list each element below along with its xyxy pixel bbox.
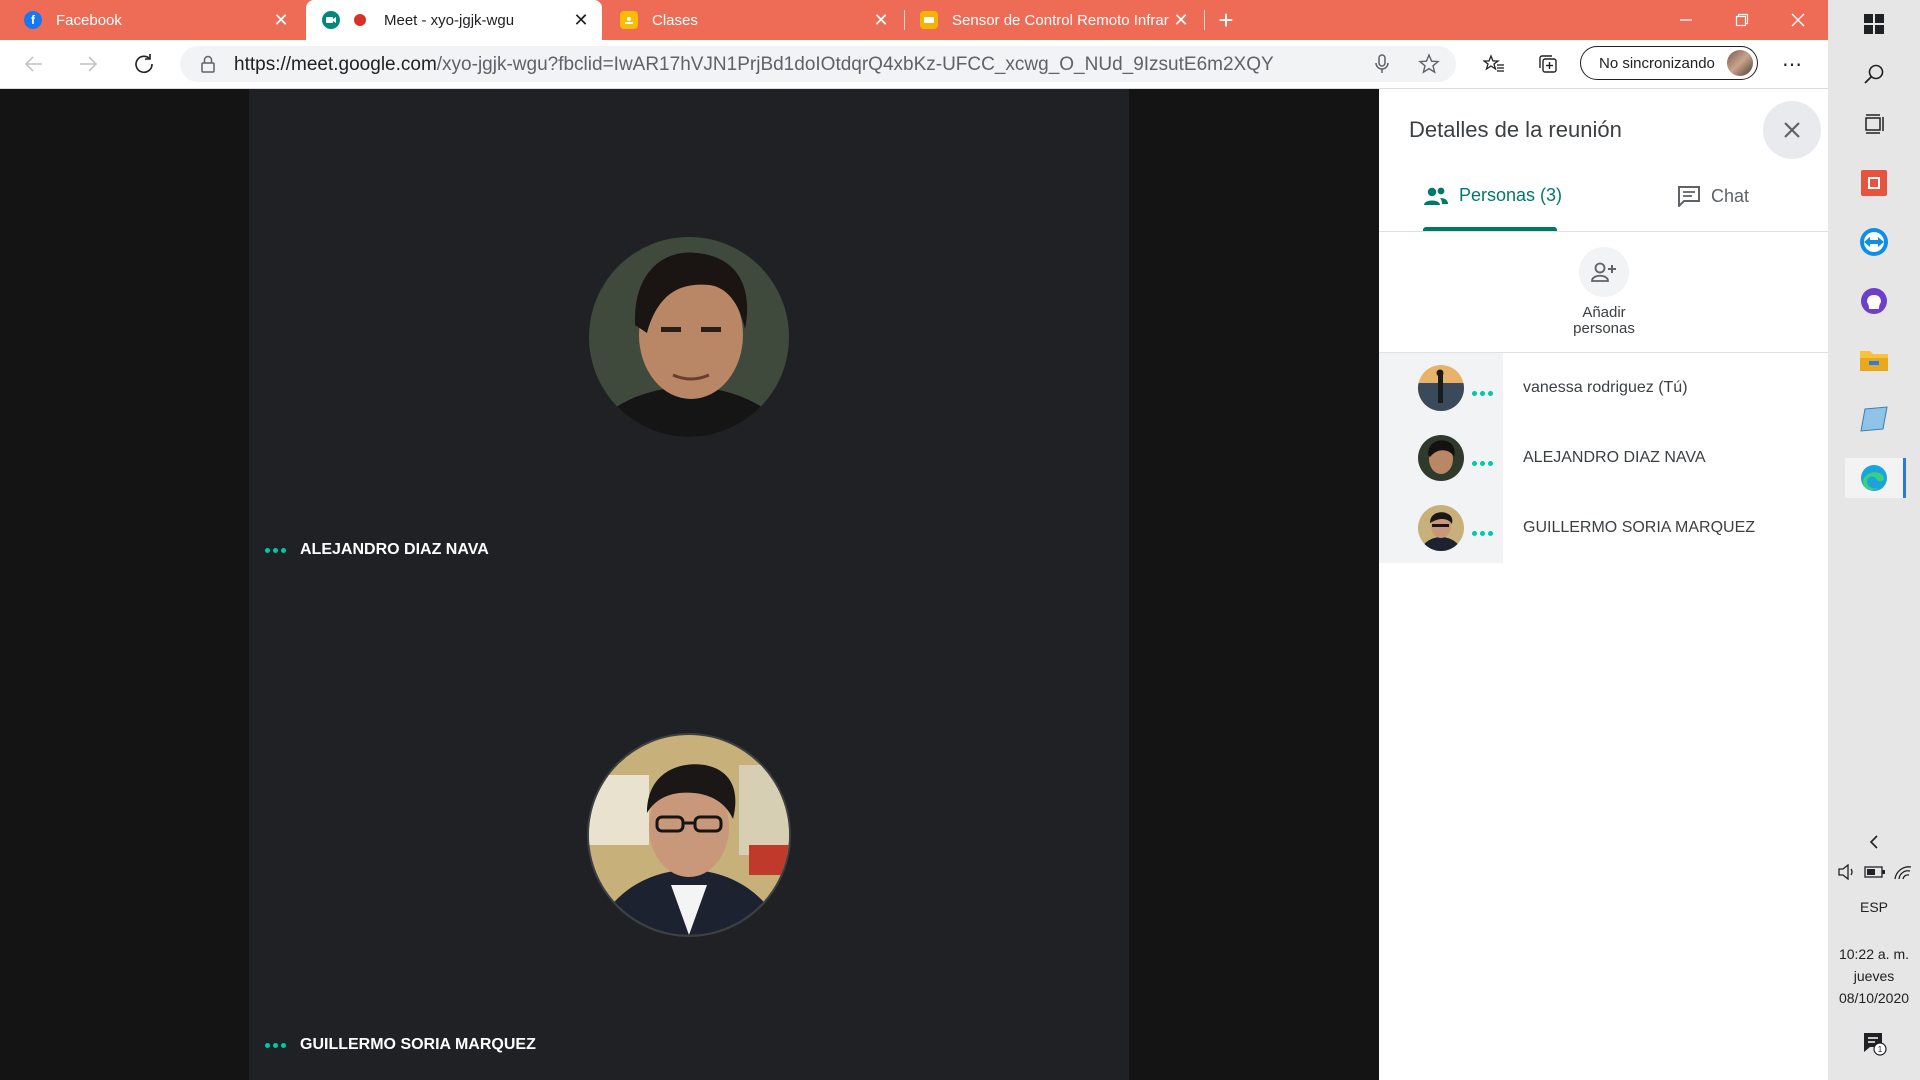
add-people-label-line2: personas (1573, 320, 1635, 337)
meet-stage: ALEJANDRO DIAZ NAVA GUILLERMO SORIA MARQ… (0, 89, 1379, 1080)
close-icon[interactable]: ✕ (270, 9, 292, 31)
edge-browser-icon[interactable] (1845, 458, 1906, 498)
more-menu-button[interactable]: ⋯ (1776, 48, 1808, 80)
speaking-indicator-icon (1472, 531, 1493, 536)
add-people-label[interactable]: Añadir personas (1529, 305, 1679, 337)
participant-name: ALEJANDRO DIAZ NAVA (300, 541, 489, 558)
tab-meet[interactable]: Meet - xyo-jgjk-wgu ✕ (306, 0, 602, 40)
search-icon[interactable] (1854, 54, 1894, 94)
github-icon[interactable] (1854, 281, 1894, 321)
close-panel-button[interactable] (1763, 101, 1821, 159)
profile-label: No sincronizando (1599, 55, 1715, 72)
file-explorer-icon[interactable] (1854, 340, 1894, 380)
teamviewer-icon[interactable] (1854, 222, 1894, 262)
chat-icon (1678, 186, 1700, 207)
participant-tile[interactable]: GUILLERMO SORIA MARQUEZ (249, 584, 1129, 1080)
back-button[interactable] (18, 48, 50, 80)
speaking-indicator-icon (1472, 461, 1493, 466)
close-icon[interactable]: ✕ (870, 9, 892, 31)
profile-button[interactable]: No sincronizando (1580, 46, 1758, 80)
clock-date[interactable]: 08/10/2020 (1828, 990, 1920, 1006)
meet-icon (322, 11, 340, 29)
tab-chat[interactable]: Chat (1677, 185, 1749, 207)
avatar (1418, 505, 1464, 551)
participant-name: ALEJANDRO DIAZ NAVA (1523, 449, 1706, 466)
volume-icon[interactable] (1834, 852, 1860, 892)
clock-day[interactable]: jueves (1828, 968, 1920, 984)
tab-chat-label: Chat (1711, 185, 1750, 206)
url-text: https://meet.google.com/xyo-jgjk-wgu?fbc… (234, 54, 1274, 76)
minimize-button[interactable] (1658, 0, 1714, 40)
browser-tab-strip: f Facebook ✕ Meet - xyo-jgjk-wgu ✕ Clase… (0, 0, 1828, 40)
windows-start-icon[interactable] (1854, 4, 1894, 44)
collections-icon[interactable] (1532, 48, 1564, 80)
office-app-icon[interactable] (1854, 163, 1894, 203)
windows-taskbar: ESP 10:22 a. m. jueves 08/10/2020 1 (1828, 0, 1920, 1080)
participant-avatar (589, 735, 789, 935)
favorite-star-icon[interactable] (1418, 53, 1440, 80)
participant-name-label: GUILLERMO SORIA MARQUEZ (265, 1036, 536, 1054)
reload-button[interactable] (128, 48, 160, 80)
address-bar[interactable]: https://meet.google.com/xyo-jgjk-wgu?fbc… (180, 46, 1456, 82)
task-view-icon[interactable] (1854, 104, 1894, 144)
wifi-icon[interactable] (1890, 852, 1916, 892)
clock-time[interactable]: 10:22 a. m. (1828, 946, 1920, 962)
participant-row[interactable]: GUILLERMO SORIA MARQUEZ (1379, 493, 1828, 563)
close-icon[interactable]: ✕ (1170, 9, 1192, 31)
tab-title: Facebook (56, 11, 122, 29)
language-indicator[interactable]: ESP (1828, 899, 1920, 915)
tab-title: Meet - xyo-jgjk-wgu (384, 11, 515, 29)
divider (1379, 231, 1828, 232)
battery-icon[interactable] (1862, 852, 1888, 892)
lock-icon[interactable] (200, 55, 216, 78)
tab-clases[interactable]: Clases ✕ (606, 0, 902, 40)
participant-name: vanessa rodriguez (Tú) (1523, 379, 1688, 396)
speaking-indicator-icon (265, 1042, 286, 1048)
tab-separator (904, 10, 905, 30)
tab-separator (1204, 10, 1205, 30)
url-path: /xyo-jgjk-wgu?fbclid=IwAR17hVJN1PrjBd1do… (436, 54, 1274, 75)
tab-sensor[interactable]: Sensor de Control Remoto Infrar ✕ (906, 0, 1202, 40)
participant-name: GUILLERMO SORIA MARQUEZ (1523, 519, 1756, 536)
url-host: https://meet.google.com (234, 54, 437, 75)
participant-avatar (589, 237, 789, 437)
panel-title: Detalles de la reunión (1409, 117, 1622, 142)
microphone-icon[interactable] (1374, 54, 1390, 79)
tab-people[interactable]: Personas (3) (1423, 185, 1562, 206)
speaking-indicator-icon (265, 547, 286, 553)
facebook-icon: f (24, 11, 42, 29)
tab-title: Clases (652, 11, 698, 29)
close-icon[interactable]: ✕ (570, 9, 592, 31)
participant-row[interactable]: vanessa rodriguez (Tú) (1379, 353, 1828, 423)
participant-row[interactable]: ALEJANDRO DIAZ NAVA (1379, 423, 1828, 493)
notepad-app-icon[interactable] (1854, 399, 1894, 439)
browser-toolbar: https://meet.google.com/xyo-jgjk-wgu?fbc… (0, 40, 1828, 89)
forward-button[interactable] (72, 48, 104, 80)
slides-icon (920, 11, 938, 29)
participant-name: GUILLERMO SORIA MARQUEZ (300, 1036, 536, 1053)
tab-facebook[interactable]: f Facebook ✕ (0, 0, 302, 40)
classroom-icon (620, 11, 638, 29)
tab-title: Sensor de Control Remoto Infrar (952, 11, 1169, 29)
maximize-button[interactable] (1714, 0, 1770, 40)
people-icon (1424, 187, 1448, 205)
close-window-button[interactable] (1770, 0, 1826, 40)
add-person-icon (1591, 262, 1616, 282)
participant-name-label: ALEJANDRO DIAZ NAVA (265, 541, 489, 559)
add-people-label-line1: Añadir (1582, 304, 1626, 321)
add-people-button[interactable] (1579, 247, 1629, 297)
avatar (1418, 365, 1464, 411)
avatar (1727, 50, 1753, 76)
recording-dot-icon (354, 14, 366, 26)
favorites-icon[interactable] (1478, 48, 1510, 80)
participant-tile[interactable]: ALEJANDRO DIAZ NAVA (249, 89, 1129, 584)
new-tab-button[interactable]: + (1212, 6, 1240, 34)
meeting-details-panel: Detalles de la reunión Personas (3) Chat… (1379, 89, 1828, 1080)
tab-people-label: Personas (3) (1459, 185, 1563, 205)
speaking-indicator-icon (1472, 391, 1493, 396)
close-icon (1784, 122, 1800, 138)
notification-count: 1 (1878, 1045, 1883, 1054)
avatar (1418, 435, 1464, 481)
notification-center-icon[interactable]: 1 (1854, 1023, 1894, 1063)
